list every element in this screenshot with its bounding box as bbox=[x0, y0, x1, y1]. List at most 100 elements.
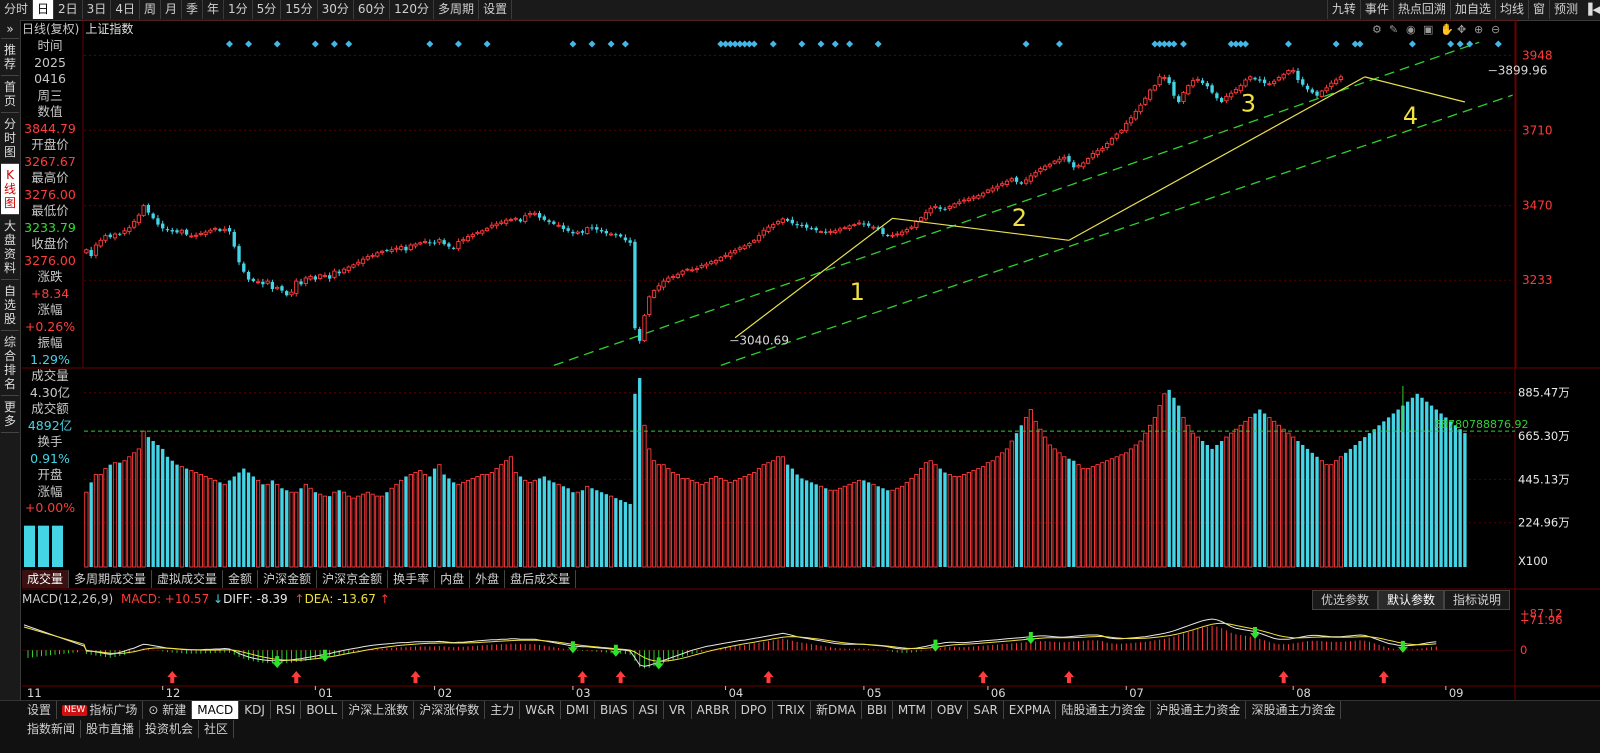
kline-chart[interactable]: 39483710347032333040.693899.96123 4⚙ ✎ ◉ ▣ ✋ ✥… bbox=[0, 0, 1600, 752]
volume-bar bbox=[179, 466, 184, 568]
indicator-tab-14[interactable]: VR bbox=[664, 701, 692, 719]
indicator-tab-4[interactable]: KDJ bbox=[239, 701, 271, 719]
indicator-tab-24[interactable]: 陆股通主力资金 bbox=[1056, 701, 1152, 719]
candle bbox=[1258, 76, 1262, 83]
volume-bar bbox=[518, 476, 523, 567]
indicator-tab-label: ARBR bbox=[696, 703, 730, 717]
indicator-tab-2[interactable]: ⊙ 新建 bbox=[143, 701, 193, 719]
candle-body bbox=[1033, 171, 1038, 177]
indicator-tab-21[interactable]: OBV bbox=[932, 701, 969, 719]
zoom-in-icon[interactable]: ⊕ bbox=[1474, 23, 1483, 36]
candle bbox=[504, 217, 509, 227]
indicator-tab-12[interactable]: BIAS bbox=[595, 701, 634, 719]
news-tab-2[interactable]: 投资机会 bbox=[140, 720, 200, 738]
indicator-tab-7[interactable]: 沪深上涨数 bbox=[343, 701, 415, 719]
param-button-1[interactable]: 默认参数 bbox=[1378, 590, 1445, 610]
indicator-tab-10[interactable]: W&R bbox=[520, 701, 561, 719]
indicator-tab-11[interactable]: DMI bbox=[561, 701, 595, 719]
volume-bar bbox=[251, 476, 256, 567]
news-tab-1[interactable]: 股市直播 bbox=[81, 720, 141, 738]
indicator-tab-19[interactable]: BBI bbox=[862, 701, 893, 719]
volume-tab-9[interactable]: 盘后成交量 bbox=[505, 570, 577, 588]
indicator-tab-label: EXPMA bbox=[1008, 703, 1051, 717]
param-button-2[interactable]: 指标说明 bbox=[1444, 590, 1511, 610]
volume-tabs: 成交量 多周期成交量 虚拟成交量 金额 沪深金额 沪深京金额 换手率 内盘 外盘 盘后成交量 bbox=[22, 570, 577, 588]
candle bbox=[857, 219, 862, 226]
volume-tab-4[interactable]: 沪深金额 bbox=[258, 570, 318, 588]
candle bbox=[165, 226, 170, 233]
diamond-marker bbox=[1179, 40, 1187, 48]
volume-bar bbox=[561, 486, 566, 567]
candle-body bbox=[255, 281, 261, 284]
candle bbox=[532, 210, 537, 217]
news-tab-3[interactable]: 社区 bbox=[199, 720, 235, 738]
candle bbox=[1004, 179, 1010, 188]
indicator-tab-5[interactable]: RSI bbox=[271, 701, 302, 719]
candle bbox=[633, 239, 637, 331]
candle bbox=[614, 232, 618, 238]
candle bbox=[1190, 77, 1196, 89]
indicator-tab-22[interactable]: SAR bbox=[968, 701, 1004, 719]
indicator-tab-0[interactable]: 设置 bbox=[22, 701, 58, 719]
candle bbox=[766, 224, 771, 234]
volume-tab-6[interactable]: 换手率 bbox=[388, 570, 436, 588]
indicator-tab-17[interactable]: TRIX bbox=[773, 701, 811, 719]
candle bbox=[1319, 89, 1324, 98]
settings-icon[interactable]: ⚙ bbox=[1372, 23, 1382, 36]
move-icon[interactable]: ✥ bbox=[1457, 23, 1466, 36]
volume-tab-8[interactable]: 外盘 bbox=[470, 570, 506, 588]
wave-segment-4 bbox=[1364, 76, 1466, 103]
volume-bar bbox=[122, 460, 127, 568]
candle-body bbox=[642, 315, 647, 342]
indicator-tab-23[interactable]: EXPMA bbox=[1004, 701, 1057, 719]
candle-body bbox=[1253, 77, 1257, 80]
indicator-tab-16[interactable]: DPO bbox=[736, 701, 773, 719]
candle-body bbox=[599, 230, 604, 232]
volume-bar bbox=[1200, 441, 1205, 567]
candle-body bbox=[213, 227, 218, 230]
indicator-tab-26[interactable]: 深股通主力资金 bbox=[1246, 701, 1342, 719]
indicator-tab-18[interactable]: 新DMA bbox=[811, 701, 862, 719]
hand-icon[interactable]: ✋ bbox=[1440, 23, 1454, 36]
volume-tab-1[interactable]: 多周期成交量 bbox=[69, 570, 153, 588]
volume-bar bbox=[566, 488, 570, 567]
indicator-tab-8[interactable]: 沪深涨停数 bbox=[414, 701, 486, 719]
save-icon[interactable]: ▣ bbox=[1423, 23, 1433, 36]
volume-tab-7[interactable]: 内盘 bbox=[435, 570, 471, 588]
candle bbox=[1019, 181, 1023, 185]
volume-bar bbox=[1215, 444, 1219, 567]
indicator-tab-9[interactable]: 主力 bbox=[485, 701, 521, 719]
eye-icon[interactable]: ◉ bbox=[1406, 23, 1416, 36]
indicator-tab-25[interactable]: 沪股通主力资金 bbox=[1151, 701, 1247, 719]
volume-tab-5[interactable]: 沪深京金额 bbox=[317, 570, 389, 588]
indicator-tab-3[interactable]: MACD bbox=[192, 701, 240, 719]
zoom-out-icon[interactable]: ⊖ bbox=[1491, 23, 1500, 36]
volume-bar bbox=[1186, 424, 1191, 568]
candle-body bbox=[647, 296, 652, 315]
volume-bar bbox=[904, 481, 909, 568]
volume-tab-3[interactable]: 金额 bbox=[223, 570, 259, 588]
volume-tab-2[interactable]: 虚拟成交量 bbox=[152, 570, 224, 588]
candle bbox=[990, 184, 995, 194]
param-button-0[interactable]: 优选参数 bbox=[1312, 590, 1379, 610]
volume-tab-0[interactable]: 成交量 bbox=[22, 570, 70, 588]
macd-label: MACD(12,26,9) bbox=[22, 592, 114, 606]
indicator-tab-20[interactable]: MTM bbox=[893, 701, 932, 719]
indicator-tab-6[interactable]: BOLL bbox=[301, 701, 344, 719]
candle bbox=[237, 243, 241, 266]
news-tab-0[interactable]: 指数新闻 bbox=[22, 720, 82, 738]
diamond-marker bbox=[798, 40, 806, 48]
candle bbox=[723, 252, 728, 259]
pen-icon[interactable]: ✎ bbox=[1389, 23, 1398, 36]
candle-body bbox=[862, 223, 866, 225]
candle bbox=[494, 221, 499, 229]
candle-body bbox=[1286, 70, 1291, 75]
sell-arrow-icon bbox=[272, 656, 283, 669]
indicator-tab-1[interactable]: NEW 指标广场 bbox=[57, 701, 144, 719]
candle-body bbox=[1296, 70, 1300, 80]
candle bbox=[1229, 90, 1234, 100]
indicator-tab-13[interactable]: ASI bbox=[634, 701, 664, 719]
candle bbox=[1195, 76, 1200, 84]
candle-body bbox=[1009, 178, 1014, 182]
indicator-tab-15[interactable]: ARBR bbox=[692, 701, 736, 719]
